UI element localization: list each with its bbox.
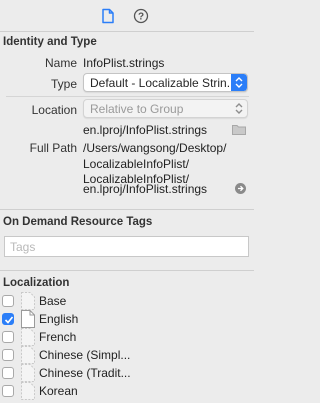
checkbox-checked[interactable] — [2, 313, 14, 325]
localization-section-title: Localization — [3, 277, 70, 289]
location-label: Location — [31, 103, 77, 117]
identity-section-title: Identity and Type — [3, 36, 97, 48]
tags-input[interactable] — [4, 236, 249, 257]
quick-help-tab-icon[interactable]: ? — [133, 8, 149, 24]
document-icon — [21, 364, 35, 382]
localization-label: English — [39, 312, 79, 326]
checkbox[interactable] — [2, 385, 14, 397]
select-stepper-icon — [231, 74, 247, 91]
checkbox[interactable] — [2, 349, 14, 361]
checkbox[interactable] — [2, 367, 14, 379]
localization-label: French — [39, 330, 77, 344]
section-divider — [0, 270, 254, 271]
document-icon — [21, 292, 35, 310]
localization-label: Chinese (Tradit... — [39, 366, 131, 380]
name-value: InfoPlist.strings — [83, 56, 165, 70]
select-stepper-icon — [231, 100, 247, 117]
document-icon — [21, 382, 35, 400]
section-divider — [0, 209, 254, 210]
document-icon — [21, 346, 35, 364]
type-label: Type — [50, 77, 77, 91]
localization-item-chinese-traditional: Chinese (Tradit... — [0, 364, 254, 382]
svg-text:?: ? — [138, 12, 144, 23]
localization-item-base: Base — [0, 292, 254, 310]
localization-label: Chinese (Simpl... — [39, 348, 131, 362]
full-path-line: LocalizableInfoPlist/ — [83, 157, 190, 171]
location-select[interactable]: Relative to Group — [83, 99, 248, 118]
localization-item-chinese-simplified: Chinese (Simpl... — [0, 346, 254, 364]
localization-item-french: French — [0, 328, 254, 346]
inspector-toolbar: ? — [0, 0, 254, 32]
checkmark-icon — [4, 316, 14, 324]
localization-label: Korean — [39, 384, 78, 398]
file-inspector-tab-icon[interactable] — [100, 8, 116, 24]
reveal-in-finder-arrow-icon[interactable] — [235, 183, 246, 194]
location-select-value: Relative to Group — [90, 102, 184, 116]
document-icon — [21, 328, 35, 346]
folder-icon[interactable] — [232, 124, 246, 135]
full-path-label: Full Path — [29, 141, 77, 155]
localization-item-english: English — [0, 310, 254, 328]
name-label: Name — [44, 56, 77, 70]
document-icon — [21, 310, 35, 328]
on-demand-section-title: On Demand Resource Tags — [3, 216, 153, 228]
type-select-value: Default - Localizable Strin... — [90, 76, 237, 90]
localization-item-korean: Korean — [0, 382, 254, 400]
checkbox[interactable] — [2, 295, 14, 307]
relative-path-value: en.lproj/InfoPlist.strings — [83, 123, 208, 137]
full-path-line: en.lproj/InfoPlist.strings — [83, 182, 208, 196]
type-select[interactable]: Default - Localizable Strin... — [83, 73, 248, 92]
localization-label: Base — [39, 294, 67, 308]
checkbox[interactable] — [2, 331, 14, 343]
full-path-line: /Users/wangsong/Desktop/ — [83, 141, 227, 155]
divider — [6, 96, 249, 97]
